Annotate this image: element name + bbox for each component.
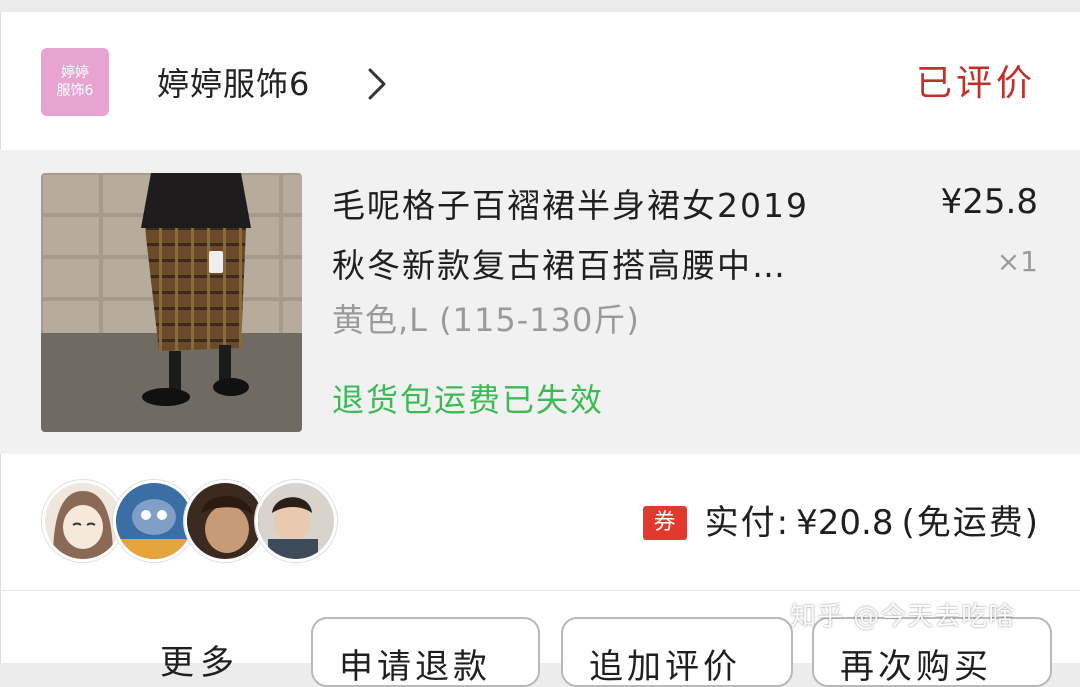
- apply-refund-button[interactable]: 申请退款: [311, 617, 540, 687]
- shipping-free-note: (免运费): [901, 503, 1040, 543]
- avatar-image: [45, 483, 121, 559]
- store-logo[interactable]: 婷婷 服饰6: [41, 48, 109, 116]
- store-logo-line1: 婷婷: [61, 65, 89, 81]
- return-shipping-note: 退货包运费已失效: [332, 381, 605, 419]
- product-image[interactable]: [41, 173, 302, 432]
- product-sku: 黄色,L (115-130斤): [332, 301, 640, 339]
- product-photo: [41, 173, 302, 432]
- avatar-toddler-photo[interactable]: [255, 480, 337, 562]
- product-title-line1: 毛呢格子百褶裙半身裙女2019: [332, 186, 809, 225]
- paid-label: 实付:: [704, 503, 791, 543]
- more-button[interactable]: 更多: [160, 640, 240, 686]
- avatar-image: [187, 483, 263, 559]
- store-name[interactable]: 婷婷服饰6: [157, 62, 310, 106]
- avatar-girl-illustration[interactable]: [42, 480, 124, 562]
- chevron-right-icon[interactable]: [364, 66, 390, 102]
- product-quantity: ×1: [996, 245, 1038, 278]
- divider: [0, 590, 1080, 591]
- order-status: 已评价: [915, 63, 1036, 104]
- watermark: 知乎 @今天去吃啥: [790, 602, 1016, 632]
- payment-summary: 券 实付: ¥20.8 (免运费): [642, 500, 1040, 546]
- avatar-image: [116, 483, 192, 559]
- product-title[interactable]: 毛呢格子百褶裙半身裙女2019 秋冬新款复古裙百搭高腰中…: [332, 176, 922, 296]
- top-strip: [0, 0, 1080, 12]
- avatar-tom-cat[interactable]: [113, 480, 195, 562]
- store-logo-line2: 服饰6: [56, 83, 94, 99]
- paid-amount: ¥20.8: [796, 503, 894, 543]
- product-item[interactable]: 毛呢格子百褶裙半身裙女2019 秋冬新款复古裙百搭高腰中… ¥25.8 ×1 黄…: [0, 150, 1080, 454]
- product-price: ¥25.8: [940, 182, 1038, 222]
- avatar-child-portrait[interactable]: [184, 480, 266, 562]
- coupon-badge: 券: [642, 506, 687, 540]
- product-title-line2: 秋冬新款复古裙百搭高腰中…: [332, 246, 787, 285]
- avatar-image: [258, 483, 334, 559]
- add-review-button[interactable]: 追加评价: [561, 617, 793, 687]
